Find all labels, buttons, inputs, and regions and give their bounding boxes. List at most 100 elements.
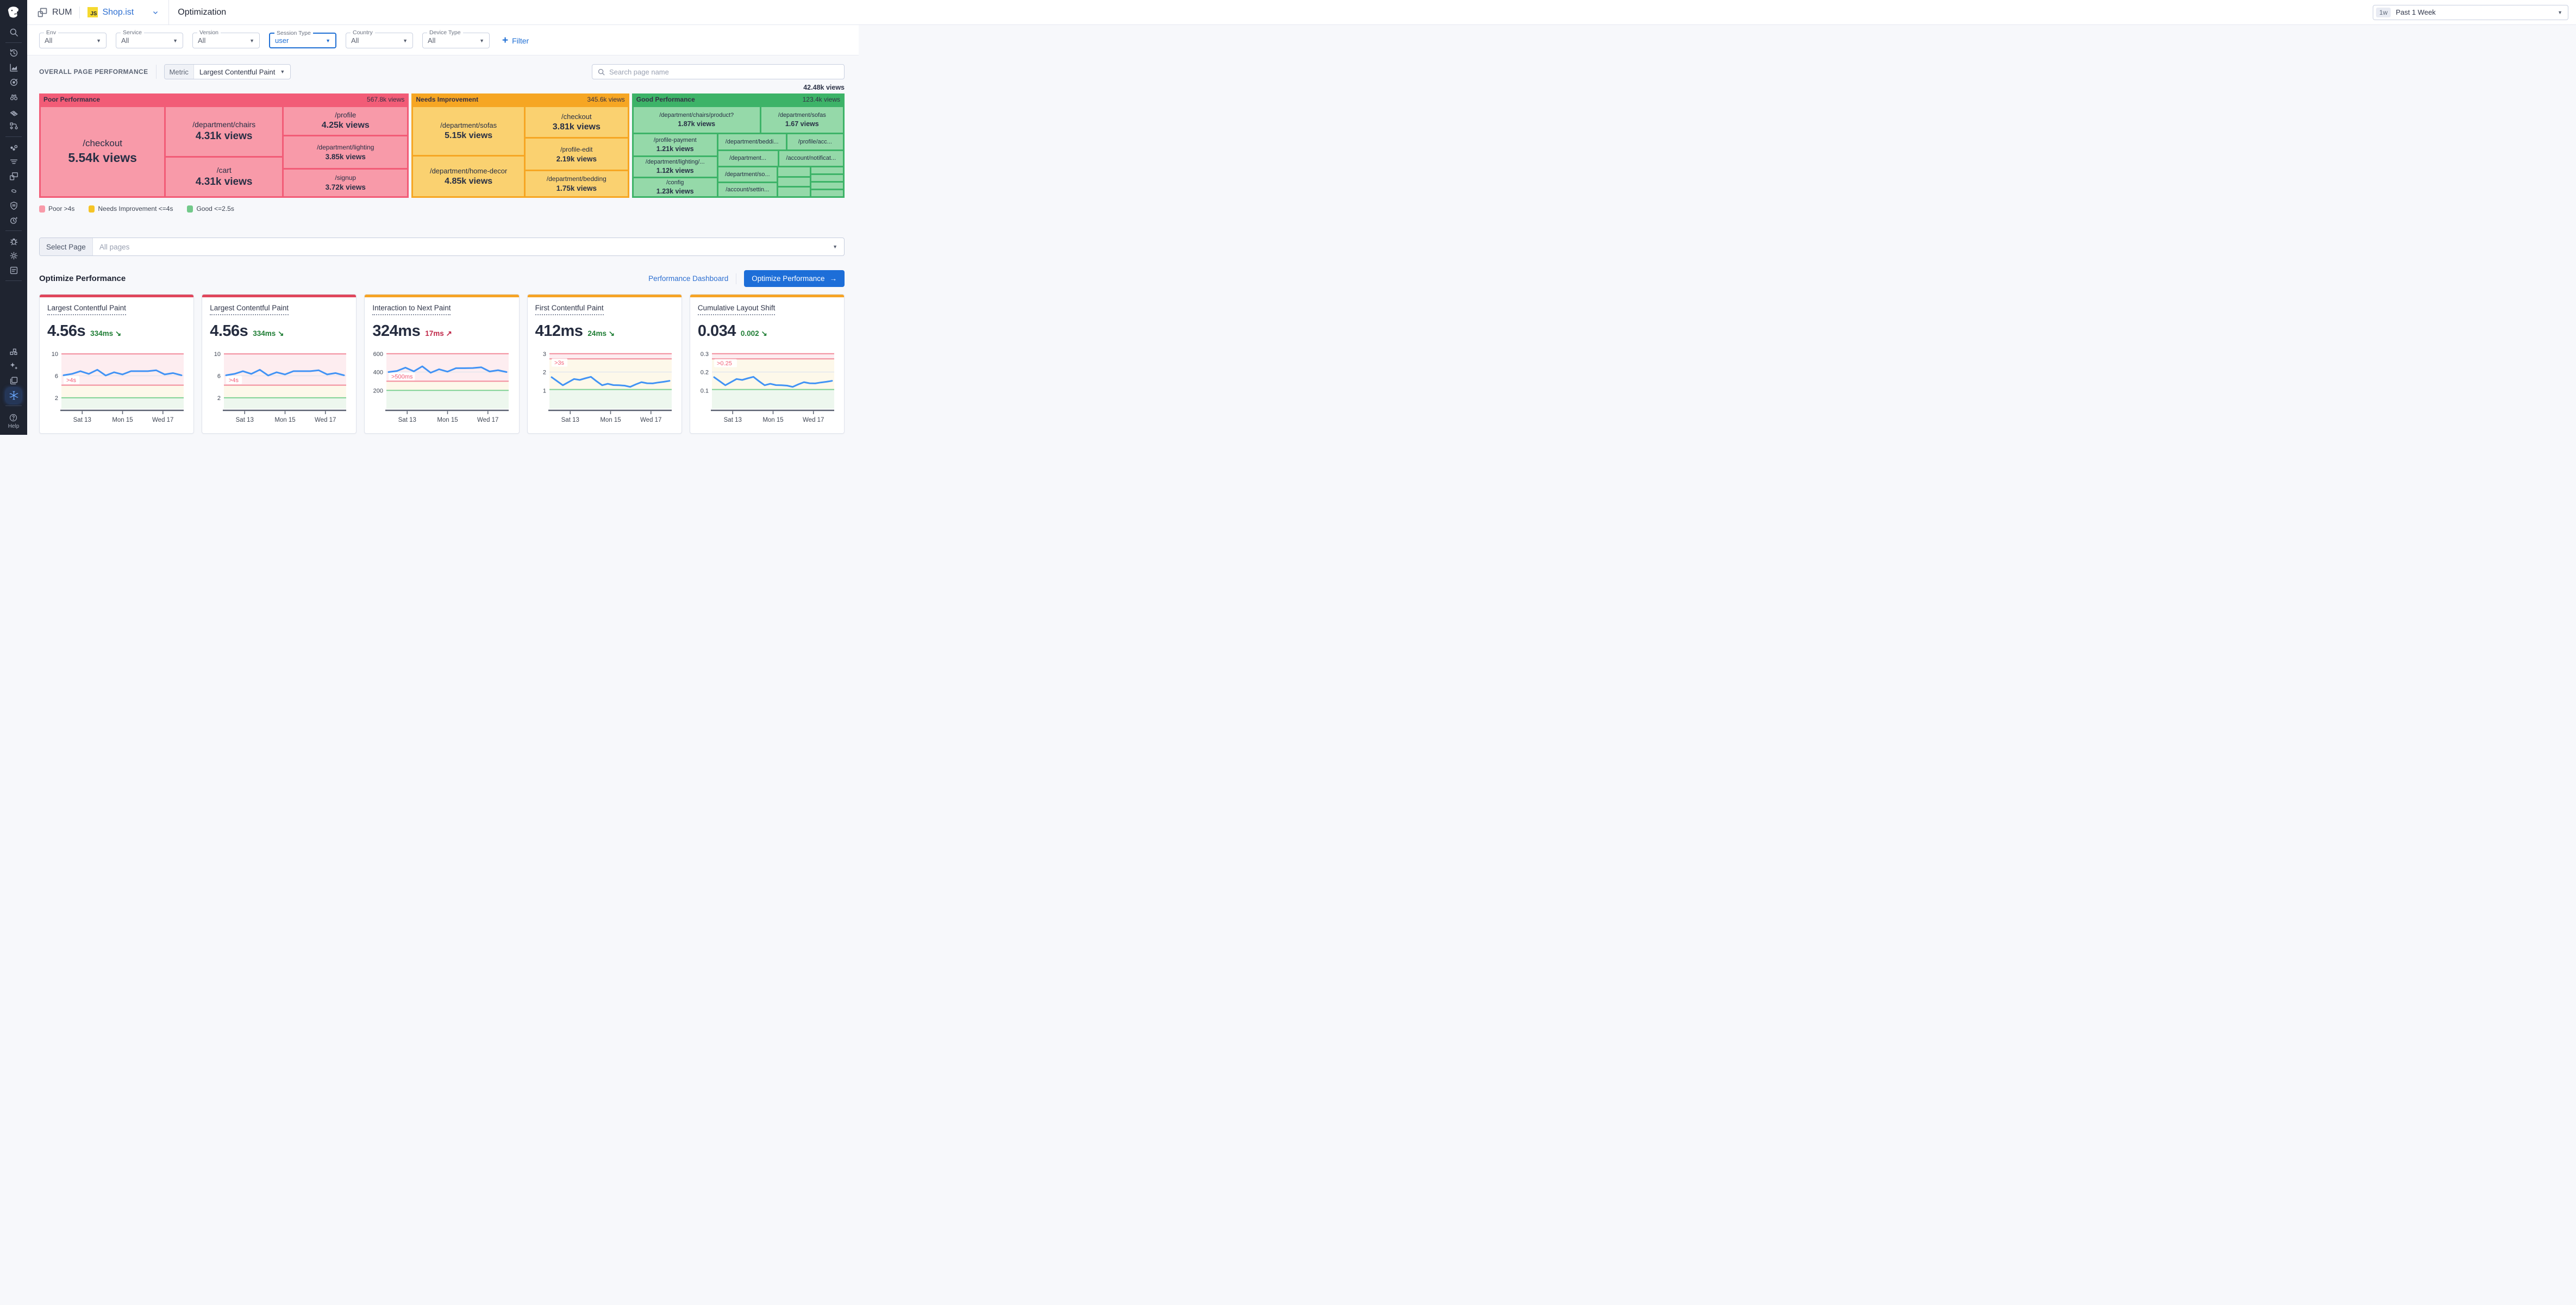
sidebar-item-developer-tools[interactable] [0,248,27,263]
treemap-cell-name: /account/settin... [726,186,769,193]
js-badge: JS [87,7,98,17]
metric-selector[interactable]: Metric Largest Contentful Paint ▼ [164,64,291,79]
treemap-cell[interactable]: /department/lighting/...1.12k views [634,157,717,177]
sidebar-item-notebooks[interactable] [0,104,27,119]
card-title[interactable]: Interaction to Next Paint [372,304,451,315]
metric-selector-label: Metric [165,65,194,79]
sidebar-item-ci-visibility[interactable] [0,213,27,228]
page-search[interactable] [592,64,845,79]
sidebar-item-bits-ai[interactable] [0,359,27,373]
trend-arrow-icon: ↗ [446,329,452,338]
svg-text:>4s: >4s [66,377,77,384]
legend-swatch [39,205,45,213]
plus-icon: + [502,35,508,46]
filter-service[interactable]: Service All ▼ [116,33,183,48]
card-title[interactable]: First Contentful Paint [535,304,604,315]
treemap-cell-name: /department/bedding [547,175,607,183]
sidebar-item-logs[interactable] [0,154,27,169]
treemap-cell[interactable]: /checkout3.81k views [526,107,628,137]
search-input[interactable] [609,68,839,76]
treemap-cell-views: 3.81k views [553,122,601,132]
filter-version[interactable]: Version All ▼ [192,33,260,48]
sidebar-item-security[interactable] [0,198,27,213]
filter-device-type[interactable]: Device Type All ▼ [422,33,490,48]
sidebar-item-workspaces[interactable] [0,373,27,388]
card-chart: >0.250.30.20.1Sat 13Mon 15Wed 17 [698,346,836,430]
sidebar-item-synthetics[interactable] [0,184,27,198]
treemap-cell-empty[interactable] [811,167,843,173]
card-title[interactable]: Cumulative Layout Shift [698,304,776,315]
treemap-cell[interactable]: /account/notificat... [779,151,843,166]
card-delta-value: 334ms [90,329,113,338]
select-page-input[interactable] [93,243,826,251]
sidebar-item-history[interactable] [0,46,27,60]
sidebar-item-service-catalog[interactable] [0,263,27,278]
treemap-cell[interactable]: /department/bedding1.75k views [526,171,628,196]
filter-env[interactable]: Env All ▼ [39,33,107,48]
treemap-cell[interactable]: /signup3.72k views [284,170,407,196]
treemap-cell[interactable]: /department/sofas5.15k views [413,107,524,155]
sidebar-item-rum[interactable] [0,169,27,184]
treemap-cell[interactable]: /department/chairs/product?1.87k views [634,107,760,133]
rum-app[interactable]: RUM [37,7,72,18]
treemap-cell-empty[interactable] [778,167,810,176]
svg-text:0.2: 0.2 [701,370,709,376]
treemap-cell[interactable]: /department/so... [718,167,777,182]
sidebar-item-metrics[interactable] [0,60,27,75]
svg-text:2: 2 [55,395,58,402]
debug-icon [9,236,19,246]
card-title[interactable]: Largest Contentful Paint [47,304,126,315]
sidebar-item-watchdog[interactable] [0,90,27,104]
sidebar-item-help[interactable]: Help [8,409,20,435]
sidebar-item-service-map[interactable] [0,119,27,134]
treemap-cell-empty[interactable] [778,178,810,186]
service-selector[interactable]: JS Shop.ist [87,7,159,17]
treemap-cell[interactable]: /department/chairs4.31k views [166,107,282,156]
treemap-cell[interactable]: /department/home-decor4.85k views [413,157,524,196]
card-chart: >4s1062Sat 13Mon 15Wed 17 [47,346,186,430]
time-range-selector[interactable]: 1w Past 1 Week ▼ [2373,5,2568,20]
treemap-cell[interactable]: /checkout5.54k views [41,107,164,196]
legend-item[interactable]: Good <=2.5s [187,205,234,213]
sidebar-item-snowflake[interactable] [0,388,27,403]
treemap-cell[interactable]: /department... [718,151,778,166]
treemap-cell[interactable]: /department/sofas1.67 views [761,107,843,133]
treemap-cell-empty[interactable] [811,183,843,189]
card-delta-value: 17ms [425,329,444,338]
legend-item[interactable]: Poor >4s [39,205,74,213]
treemap-cell-name: /profile [335,111,356,119]
sidebar-item-debug[interactable] [0,234,27,248]
treemap-cell[interactable]: /account/settin... [718,183,777,196]
select-page-control[interactable]: Select Page ▼ [39,238,845,256]
metric-card-3: Interaction to Next Paint 324ms 17ms ↗ >… [364,294,519,434]
legend-item[interactable]: Needs Improvement <=4s [89,205,173,213]
treemap-cell-empty[interactable] [778,188,810,196]
treemap-cell-empty[interactable] [811,175,843,181]
treemap-cell[interactable]: /department/lighting3.85k views [284,136,407,168]
treemap-cell[interactable]: /department/beddi... [718,134,786,149]
treemap-cell[interactable]: /cart4.31k views [166,158,282,196]
treemap-cell[interactable]: /profile-edit2.19k views [526,139,628,170]
sidebar-item-infrastructure[interactable] [0,140,27,154]
performance-dashboard-link[interactable]: Performance Dashboard [648,274,728,283]
divider [5,42,22,43]
add-filter-button[interactable]: + Filter [502,35,529,46]
treemap-cell[interactable]: /profile4.25k views [284,107,407,135]
treemap-cell-empty[interactable] [811,190,843,196]
caret-down-icon: ▼ [826,244,844,249]
treemap-cell[interactable]: /config1.23k views [634,178,717,196]
filter-session-type[interactable]: Session Type user ▼ [269,33,336,48]
optimize-performance-button[interactable]: Optimize Performance → [744,270,845,287]
sidebar-item-integrations[interactable] [0,344,27,359]
datadog-logo[interactable] [0,0,27,25]
service-map-icon [9,121,19,132]
filter-country[interactable]: Country All ▼ [346,33,413,48]
treemap-cell[interactable]: /profile/acc... [787,134,843,149]
sidebar-item-apm[interactable] [0,75,27,90]
sidebar-item-search[interactable] [0,25,27,40]
treemap-cell-views: 5.15k views [445,131,492,141]
svg-text:Mon 15: Mon 15 [112,417,133,423]
filter-label: Env [44,29,58,36]
card-title[interactable]: Largest Contentful Paint [210,304,289,315]
treemap-cell[interactable]: /profile-payment1.21k views [634,134,717,155]
